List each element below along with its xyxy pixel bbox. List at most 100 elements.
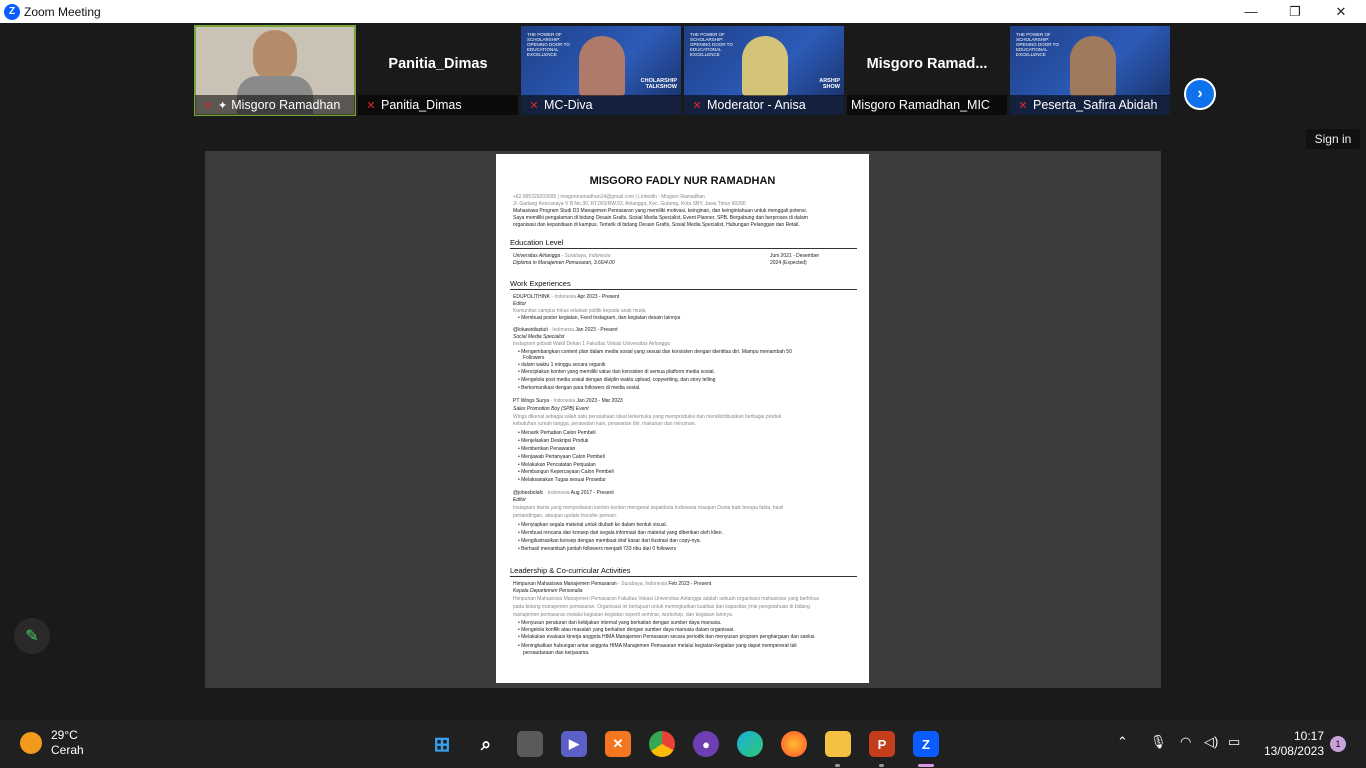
job-role: Social Media Specialist (513, 334, 565, 340)
job-bullet: • Menjelaskan Deskripsi Produk (518, 438, 589, 444)
summary-line: organisasi dan kepanitiaan di kampus. Te… (513, 222, 800, 228)
muted-mic-icon: ✕ (203, 99, 213, 112)
muted-mic-icon: ✕ (529, 99, 539, 112)
participant-name: Misgoro Ramadhan_MIC (851, 98, 990, 112)
job-location: - Indonesia (543, 490, 570, 496)
chevron-up-icon[interactable]: ⌃ (1117, 734, 1128, 750)
job-bullet: • Menciptakan konten yang memiliki value… (518, 369, 715, 375)
participant-tile[interactable]: ✕ ✦ Misgoro Ramadhan (194, 25, 356, 116)
lead-org: Himpunan Mahasiswa Manajemen Pemasaran (513, 581, 617, 587)
battery-icon[interactable]: ▭ (1228, 734, 1240, 750)
lead-bullet: • Melakukan evaluasi kinerja anggota HIM… (518, 634, 816, 640)
weather-widget[interactable]: 29°C Cerah (20, 728, 84, 758)
xampp-icon[interactable]: ✕ (605, 731, 631, 757)
participant-tile[interactable]: THE POWER OF SCHOLARSHIP: OPENING DOOR T… (684, 26, 844, 115)
restore-button[interactable]: ❐ (1272, 0, 1318, 23)
task-view-icon[interactable] (517, 731, 543, 757)
clock-time: 10:17 (1293, 729, 1324, 743)
next-page-button[interactable]: › (1184, 78, 1216, 110)
job-bullet-text: Menarik Perhatian Calon Pembeli (521, 430, 596, 436)
job-bullet: • Memberikan Penawaran (518, 446, 576, 452)
job-bullet-text: Membangun Kepercayaan Calon Pembeli (521, 469, 614, 475)
job-bullet: • Melaksanakan Tugas sesuai Prosedur (518, 477, 606, 483)
job-bullet-text: dalam waktu 1 minggu secara organik (521, 362, 606, 368)
participant-tile[interactable]: Misgoro Ramad... Misgoro Ramadhan_MIC (847, 26, 1007, 115)
job-org: @lokawidiastuti (513, 327, 548, 333)
meet-icon[interactable]: ▶ (561, 731, 587, 757)
job-desc: Wings dikenal sebagai salah satu perusah… (513, 414, 782, 420)
weather-condition: Cerah (51, 743, 84, 757)
job-bullet: • Membuat poster kegiatan, Feed Instagra… (518, 315, 681, 321)
job-bullet: • Mengelola post media sosial dengan dis… (518, 377, 716, 383)
event-banner: THE POWER OF SCHOLARSHIP: OPENING DOOR T… (521, 26, 681, 96)
job-bullet-text: Berhasil menambah jumlah followers menja… (521, 546, 677, 552)
lead-bullet-text: Menyusun peraturan dan kebijakan interna… (521, 620, 722, 626)
job-bullet-text: Menjawab Pertanyaan Calon Pembeli (521, 454, 605, 460)
speaker-icon[interactable]: ◁) (1204, 734, 1218, 750)
firefox-icon[interactable] (781, 731, 807, 757)
powerpoint-icon[interactable]: P (869, 731, 895, 757)
active-app-indicator (918, 764, 934, 767)
participant-video (1070, 36, 1116, 96)
chrome-icon[interactable] (649, 731, 675, 757)
lead-bullet-text: Mengelola konflik atau masalah yang berk… (521, 627, 735, 633)
job-bullet-text: Mengelola post media sosial dengan disip… (521, 377, 716, 383)
muted-mic-icon: ✕ (366, 99, 376, 112)
job-header: @jobesbolafc - Indonesia Aug 2017 - Pres… (513, 490, 614, 496)
lead-date: Feb 2023 - Present (666, 581, 712, 587)
windows-start-icon[interactable]: ⊞ (429, 731, 455, 757)
section-work: Work Experiences (510, 279, 857, 290)
job-desc: Instagram pribadi Wakil Dekan 1 Fakultas… (513, 341, 670, 347)
system-clock[interactable]: 10:17 13/08/2023 (1264, 729, 1324, 759)
sign-in-button[interactable]: Sign in (1306, 129, 1360, 149)
resume-document: MISGORO FADLY NUR RAMADHAN +62 895329203… (496, 154, 869, 683)
microphone-icon[interactable]: 🎙 (1150, 734, 1167, 750)
participant-tile[interactable]: THE POWER OF SCHOLARSHIP: OPENING DOOR T… (1010, 26, 1170, 115)
job-bullet-text: Memberikan Penawaran (521, 446, 576, 452)
banner-text: THE POWER OF SCHOLARSHIP: OPENING DOOR T… (1016, 32, 1059, 57)
annotate-pencil-icon[interactable]: ✎ (14, 618, 50, 654)
minimize-button[interactable]: — (1228, 0, 1274, 23)
lead-bullet: • Meningkatkan hubungan antar anggota HI… (518, 643, 797, 649)
job-bullet: • Berhasil menambah jumlah followers men… (518, 546, 677, 552)
job-location: - Indonesia (547, 327, 574, 333)
edge-icon[interactable] (737, 731, 763, 757)
participant-name-bar: ✕ ✦ Misgoro Ramadhan (195, 95, 355, 115)
edu-date: Juni 2021 - Desember (770, 253, 820, 259)
job-bullet: • Membangun Kepercayaan Calon Pembeli (518, 469, 614, 475)
notification-badge[interactable]: 1 (1330, 736, 1346, 752)
job-desc: pertandingan, ataupun update transfer pe… (513, 513, 618, 519)
lead-bullet-cont: persaudaraan dan kerjasama. (523, 650, 590, 656)
participant-tile[interactable]: Panitia_Dimas ✕ Panitia_Dimas (358, 26, 518, 115)
resume-name: MISGORO FADLY NUR RAMADHAN (589, 175, 776, 187)
window-titlebar: Z Zoom Meeting — ❐ ✕ (0, 0, 1366, 23)
job-bullet: • Menarik Perhatian Calon Pembeli (518, 430, 596, 436)
participant-video (579, 36, 625, 96)
file-explorer-icon[interactable] (825, 731, 851, 757)
job-bullet: • Menjawab Pertanyaan Calon Pembeli (518, 454, 605, 460)
participant-name-bar: ✕ MC-Diva (521, 95, 681, 115)
participant-tile[interactable]: THE POWER OF SCHOLARSHIP: OPENING DOOR T… (521, 26, 681, 115)
job-location: - Indonesia (549, 398, 576, 404)
participant-name: Peserta_Safira Abidah (1033, 98, 1158, 112)
banner-side-text: CHOLARSHIP TALKSHOW (640, 78, 677, 90)
job-bullet-text: Melaksanakan Tugas sesuai Prosedur (521, 477, 606, 483)
running-indicator (879, 764, 884, 767)
event-banner: THE POWER OF SCHOLARSHIP: OPENING DOOR T… (684, 26, 844, 96)
wifi-icon[interactable]: ◠ (1180, 734, 1191, 750)
job-role: Editor (513, 301, 527, 307)
github-icon[interactable]: ● (693, 731, 719, 757)
job-bullet-text: Membuat poster kegiatan, Feed Instagram,… (521, 315, 681, 321)
search-icon[interactable]: ⌕ (473, 731, 499, 757)
zoom-app-icon[interactable]: Z (913, 731, 939, 757)
job-date: Jan 2023 - Mar 2023 (575, 398, 623, 404)
participant-name: Misgoro Ramadhan (231, 98, 341, 112)
lead-bullet: • Mengelola konflik atau masalah yang be… (518, 627, 735, 633)
lead-bullet-text: Melakukan evaluasi kinerja anggota HIMA … (521, 634, 816, 640)
lead-role: Kepala Departemen Personalia (513, 588, 583, 594)
edu-school: Universitas Airlangga (513, 253, 561, 259)
close-button[interactable]: ✕ (1318, 0, 1364, 23)
banner-text: THE POWER OF SCHOLARSHIP: OPENING DOOR T… (527, 32, 570, 57)
job-bullet-text: Berkomunikasi dengan para followers di m… (521, 385, 641, 391)
job-bullet-text: Menciptakan konten yang memiliki value d… (521, 369, 715, 375)
